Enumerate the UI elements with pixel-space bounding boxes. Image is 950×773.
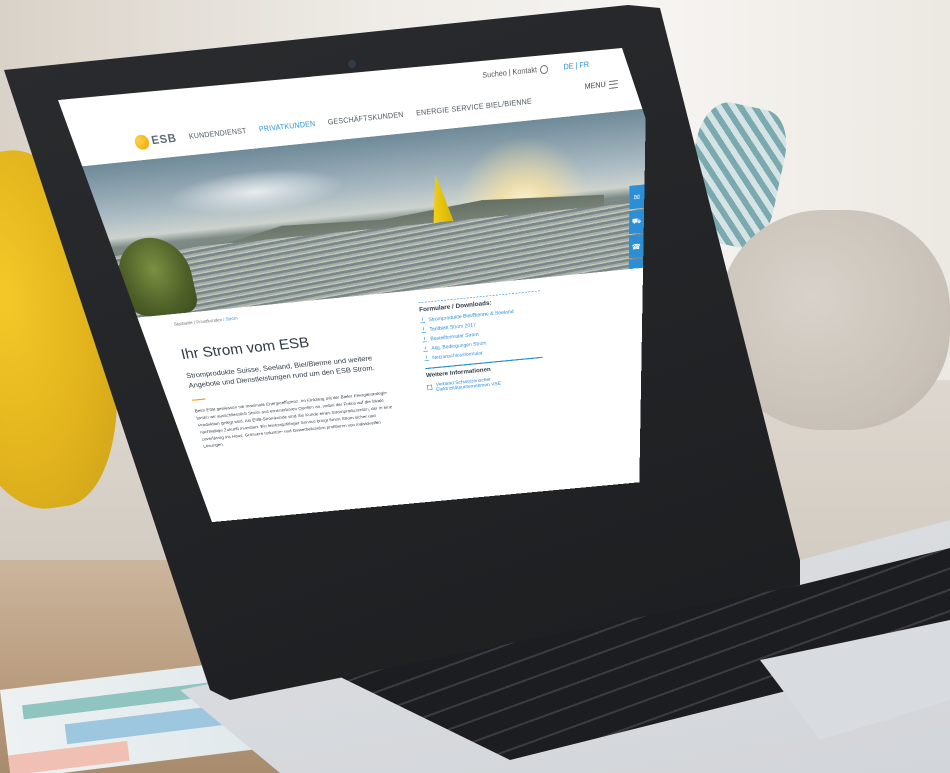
download-icon bbox=[421, 327, 426, 333]
language-switch[interactable]: DE | FR bbox=[563, 61, 589, 72]
phone-icon[interactable]: ☎ bbox=[628, 234, 644, 259]
breadcrumb: Startseite / Privatkunden / Strom bbox=[174, 317, 239, 328]
download-icon bbox=[423, 346, 428, 352]
logo-sun-icon bbox=[133, 134, 151, 151]
accent-rule bbox=[192, 398, 206, 401]
logo-text: ESB bbox=[150, 132, 178, 148]
breadcrumb-path[interactable]: Startseite / Privatkunden / bbox=[174, 318, 226, 327]
nav-item-privatkunden[interactable]: PRIVATKUNDEN bbox=[258, 120, 316, 134]
nav-item-kundendienst[interactable]: KUNDENDIENST bbox=[188, 127, 247, 141]
utility-nav: Sucheo | Kontakt DE | FR bbox=[482, 61, 589, 81]
sidebar: Formulare / Downloads: Stromprodukte Bie… bbox=[418, 290, 543, 397]
breadcrumb-current: Strom bbox=[225, 316, 239, 322]
search-contact-link[interactable]: Sucheo | Kontakt bbox=[482, 64, 548, 80]
external-link-icon bbox=[427, 384, 433, 391]
mail-icon[interactable]: ✉ bbox=[629, 184, 645, 210]
page-title: Ihr Strom vom ESB bbox=[179, 334, 311, 363]
body-text: Beim ESB geniessen sie maximale Energiee… bbox=[194, 390, 393, 449]
nav-item-geschaeftskunden[interactable]: GESCHÄFTSKUNDEN bbox=[327, 111, 404, 127]
download-icon bbox=[419, 317, 425, 324]
webcam bbox=[348, 60, 356, 68]
hero-cloud bbox=[163, 161, 347, 222]
downloads-list: Stromprodukte Biel/Bienne & Seeland Tari… bbox=[419, 306, 542, 362]
search-icon[interactable] bbox=[539, 64, 548, 75]
hamburger-icon bbox=[609, 79, 618, 89]
download-icon bbox=[422, 336, 427, 343]
truck-icon[interactable]: ⛟ bbox=[629, 209, 645, 235]
esb-logo[interactable]: ESB bbox=[133, 131, 178, 151]
menu-label: MENU bbox=[584, 80, 606, 92]
download-icon bbox=[423, 355, 429, 362]
menu-button[interactable]: MENU bbox=[585, 79, 618, 91]
nav-item-energie-service[interactable]: ENERGIE SERVICE BIEL/BIENNE bbox=[416, 98, 532, 118]
